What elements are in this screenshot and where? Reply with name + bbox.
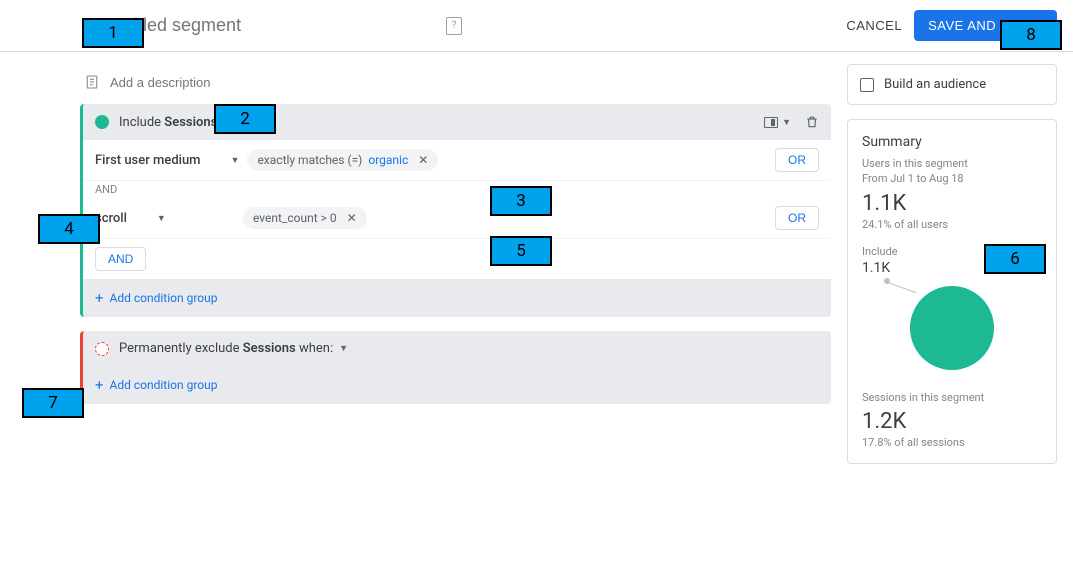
checkbox-icon[interactable]	[860, 78, 874, 92]
and-label: AND	[83, 181, 831, 198]
add-condition-group-include[interactable]: + Add condition group	[83, 279, 831, 317]
exclude-group-header: Permanently exclude Sessions when: ▼	[83, 331, 831, 366]
include-sessions-bold: Sessions	[164, 115, 217, 130]
annotation-6: 6	[984, 244, 1046, 274]
chevron-down-icon[interactable]: ▼	[339, 343, 348, 354]
dimension-select-2[interactable]: scroll ▼	[95, 211, 235, 226]
summary-sessions-pct: 17.8% of all sessions	[862, 436, 1042, 449]
add-group-label: Add condition group	[110, 378, 218, 392]
summary-users-value: 1.1K	[862, 191, 1042, 216]
add-group-label: Add condition group	[110, 291, 218, 305]
annotation-4: 4	[38, 214, 100, 244]
or-button-2[interactable]: OR	[775, 206, 819, 230]
include-group-header: Include Sessions when: ▼	[83, 104, 831, 140]
condition-row-1: First user medium ▼ exactly matches (=) …	[83, 140, 831, 181]
include-value: 1.1K	[862, 260, 890, 276]
annotation-1: 1	[82, 18, 144, 48]
or-button-1[interactable]: OR	[775, 148, 819, 172]
trash-icon[interactable]	[805, 114, 819, 130]
annotation-3: 3	[490, 186, 552, 216]
description-row	[80, 64, 831, 104]
include-condition-group: Include Sessions when: ▼ First user medi…	[80, 104, 831, 317]
exclude-condition-group: Permanently exclude Sessions when: ▼ + A…	[80, 331, 831, 404]
chip-operator: event_count > 0	[253, 211, 337, 225]
include-prefix: Include	[119, 115, 164, 130]
dimension-select-1[interactable]: First user medium ▼	[95, 153, 239, 168]
plus-icon: +	[95, 289, 104, 307]
chevron-down-icon: ▼	[157, 213, 166, 224]
filter-chip-2[interactable]: event_count > 0 ✕	[243, 207, 367, 229]
include-label: Include	[862, 245, 898, 258]
annotation-7: 7	[22, 388, 84, 418]
summary-title: Summary	[862, 134, 1042, 150]
exclude-dot-icon	[95, 342, 109, 356]
plus-icon: +	[95, 376, 104, 394]
segment-name-input[interactable]	[106, 15, 406, 36]
exclude-sessions-bold: Sessions	[243, 341, 296, 356]
pie-slice-include	[910, 286, 994, 370]
annotation-8: 8	[1000, 20, 1062, 50]
close-icon[interactable]: ✕	[418, 153, 428, 167]
summary-pie-chart	[862, 282, 1042, 372]
annotation-2: 2	[214, 104, 276, 134]
close-icon[interactable]: ✕	[347, 211, 357, 225]
segment-header: ← ? CANCEL SAVE AND APPLY	[0, 0, 1073, 52]
add-condition-group-exclude[interactable]: + Add condition group	[83, 366, 831, 404]
annotation-5: 5	[490, 236, 552, 266]
scope-icon	[764, 117, 778, 128]
exclude-prefix: Permanently exclude	[119, 341, 243, 356]
exclude-suffix: when:	[296, 341, 333, 356]
chip-value: organic	[368, 153, 408, 167]
chip-operator: exactly matches (=)	[257, 153, 362, 167]
chevron-down-icon: ▼	[231, 155, 240, 166]
build-audience-card[interactable]: Build an audience	[847, 64, 1057, 105]
summary-users-pct: 24.1% of all users	[862, 218, 1042, 231]
summary-date-range: From Jul 1 to Aug 18	[862, 171, 1042, 186]
scope-selector[interactable]: ▼	[760, 115, 795, 130]
summary-sessions-label: Sessions in this segment	[862, 390, 1042, 405]
description-icon	[84, 74, 100, 90]
chevron-down-icon: ▼	[782, 117, 791, 128]
conditions-card: First user medium ▼ exactly matches (=) …	[83, 140, 831, 279]
summary-sessions-value: 1.2K	[862, 409, 1042, 434]
include-dot-icon	[95, 115, 109, 129]
filter-chip-1[interactable]: exactly matches (=) organic ✕	[247, 149, 438, 171]
condition-row-2: scroll ▼ event_count > 0 ✕ OR	[83, 198, 831, 239]
build-audience-label: Build an audience	[884, 77, 986, 92]
cancel-button[interactable]: CANCEL	[834, 10, 914, 41]
dimension-label: First user medium	[95, 153, 201, 168]
help-icon[interactable]: ?	[446, 17, 462, 35]
exclude-header-text: Permanently exclude Sessions when:	[119, 341, 333, 356]
description-input[interactable]	[110, 75, 310, 90]
and-button[interactable]: AND	[95, 247, 146, 271]
summary-users-label: Users in this segment	[862, 156, 1042, 171]
summary-card: Summary Users in this segment From Jul 1…	[847, 119, 1057, 464]
